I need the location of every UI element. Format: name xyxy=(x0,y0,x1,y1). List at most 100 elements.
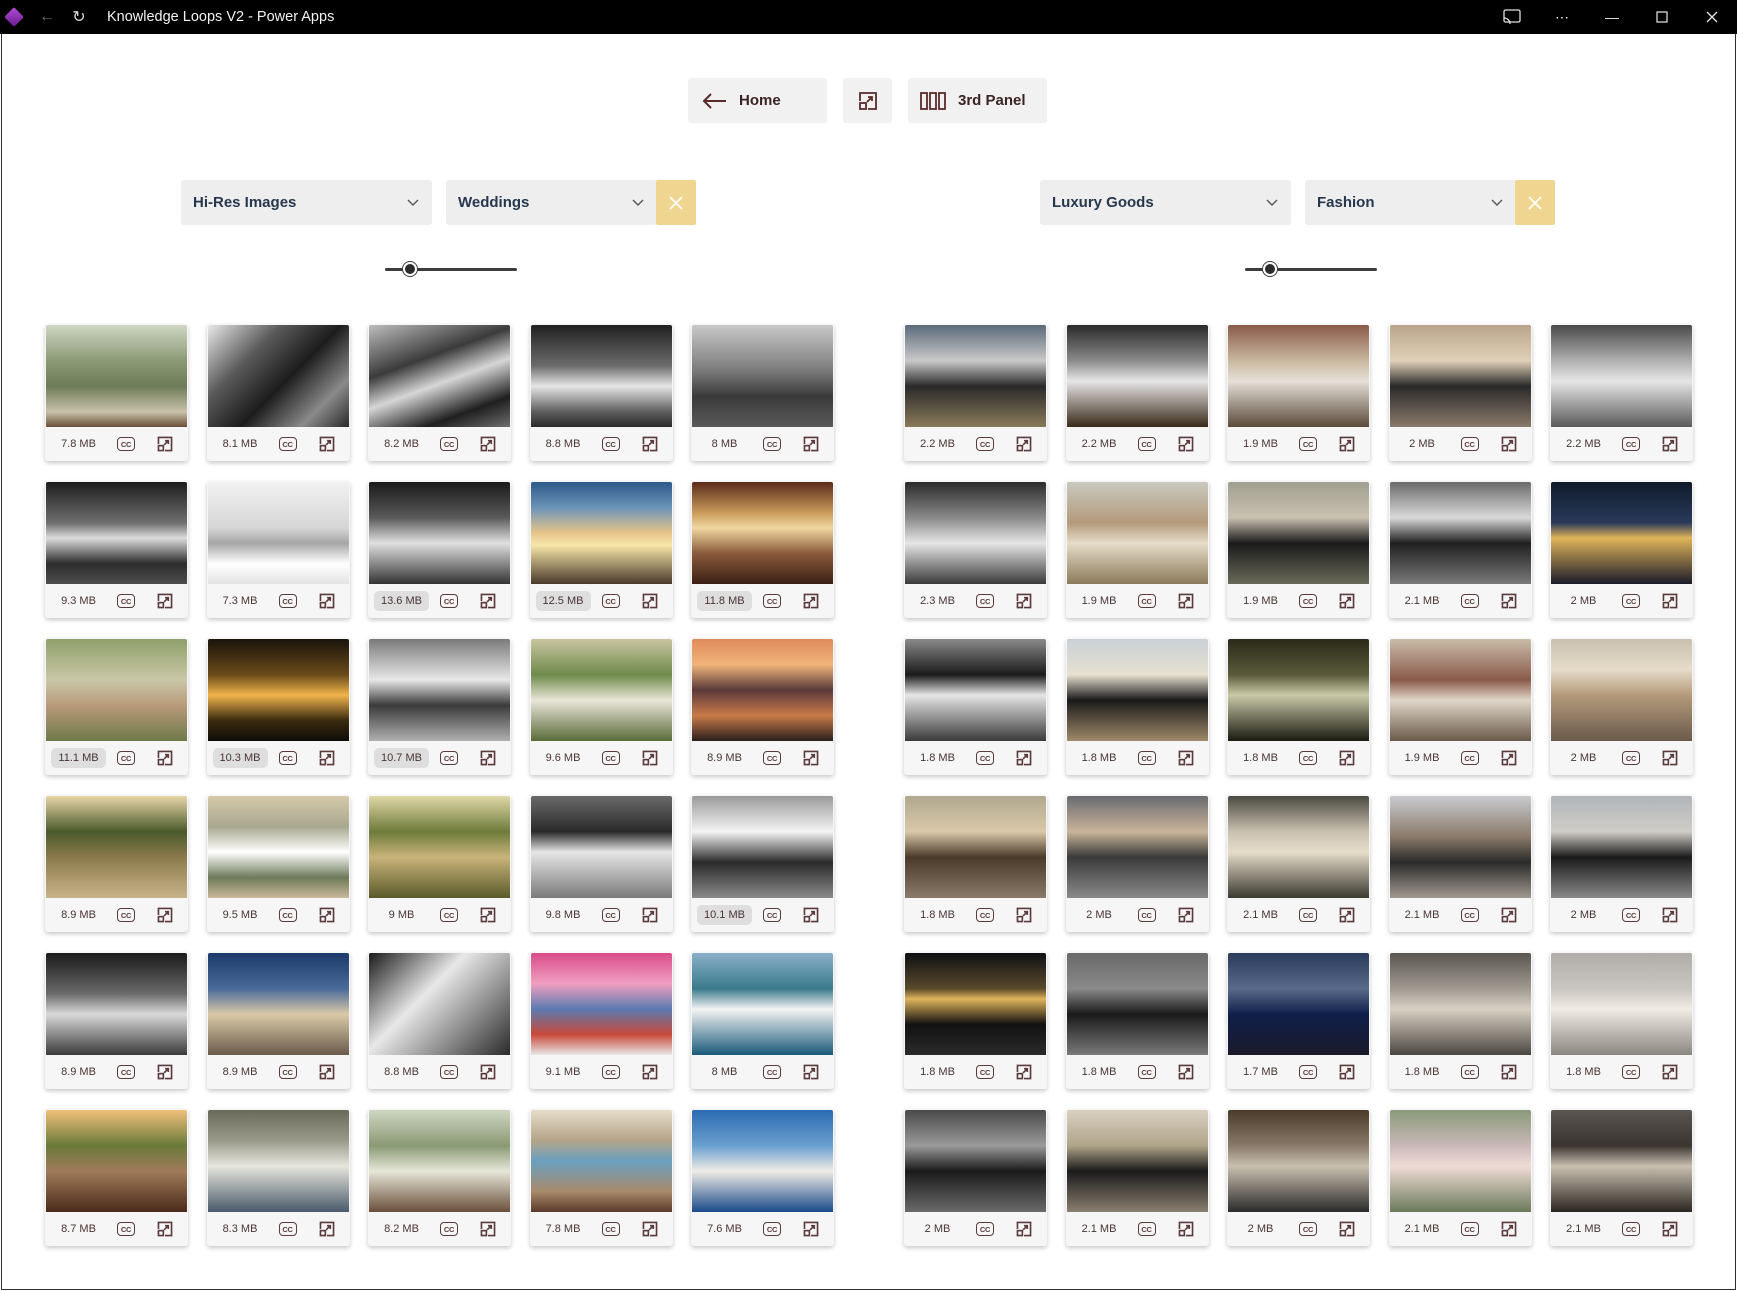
expand-window-icon[interactable] xyxy=(318,1220,336,1238)
expand-window-icon[interactable] xyxy=(479,749,497,767)
image-card[interactable]: 8.2 MB CC xyxy=(368,1109,511,1246)
image-thumbnail[interactable] xyxy=(1228,953,1369,1055)
image-thumbnail[interactable] xyxy=(692,482,833,584)
image-thumbnail[interactable] xyxy=(369,325,510,427)
image-card[interactable]: 8.1 MB CC xyxy=(206,324,350,461)
image-thumbnail[interactable] xyxy=(46,639,187,741)
expand-window-icon[interactable] xyxy=(1500,1220,1518,1238)
closed-caption-icon[interactable]: CC xyxy=(763,594,781,608)
image-card[interactable]: 8.8 MB CC xyxy=(529,324,673,461)
right-zoom-slider[interactable] xyxy=(1245,259,1377,279)
image-thumbnail[interactable] xyxy=(1389,953,1531,1055)
image-card[interactable]: 2.1 MB CC xyxy=(1227,795,1370,932)
closed-caption-icon[interactable]: CC xyxy=(1460,594,1479,608)
closed-caption-icon[interactable]: CC xyxy=(440,1222,458,1236)
expand-window-icon[interactable] xyxy=(1500,906,1518,924)
closed-caption-icon[interactable]: CC xyxy=(1622,751,1640,765)
image-thumbnail[interactable] xyxy=(1066,1110,1208,1212)
closed-caption-icon[interactable]: CC xyxy=(440,908,458,922)
expand-window-icon[interactable] xyxy=(1661,1063,1679,1081)
closed-caption-icon[interactable]: CC xyxy=(976,594,994,608)
image-thumbnail[interactable] xyxy=(1066,796,1208,898)
image-card[interactable]: 13.6 MB CC xyxy=(368,481,511,618)
left-clear-filter-button[interactable] xyxy=(656,180,696,225)
closed-caption-icon[interactable]: CC xyxy=(601,908,620,922)
image-card[interactable]: 9.5 MB CC xyxy=(206,795,350,932)
image-thumbnail[interactable] xyxy=(1066,482,1208,584)
image-thumbnail[interactable] xyxy=(46,482,187,584)
expand-window-icon[interactable] xyxy=(802,1063,820,1081)
right-category-dropdown[interactable]: Luxury Goods xyxy=(1040,180,1291,225)
closed-caption-icon[interactable]: CC xyxy=(117,437,135,451)
expand-window-icon[interactable] xyxy=(156,435,174,453)
image-card[interactable]: 9.8 MB CC xyxy=(529,795,673,932)
expand-window-icon[interactable] xyxy=(1500,435,1518,453)
image-thumbnail[interactable] xyxy=(905,1110,1046,1212)
expand-window-icon[interactable] xyxy=(641,435,659,453)
image-thumbnail[interactable] xyxy=(905,325,1046,427)
image-thumbnail[interactable] xyxy=(692,639,833,741)
closed-caption-icon[interactable]: CC xyxy=(278,594,297,608)
image-thumbnail[interactable] xyxy=(692,325,833,427)
image-card[interactable]: 2.1 MB CC xyxy=(1388,1109,1532,1246)
third-panel-button[interactable]: 3rd Panel xyxy=(908,78,1047,123)
expand-view-button[interactable] xyxy=(843,78,892,123)
image-card[interactable]: 2 MB CC xyxy=(1227,1109,1370,1246)
closed-caption-icon[interactable]: CC xyxy=(1622,908,1640,922)
image-thumbnail[interactable] xyxy=(207,639,349,741)
expand-window-icon[interactable] xyxy=(802,592,820,610)
image-card[interactable]: 2.1 MB CC xyxy=(1388,481,1532,618)
closed-caption-icon[interactable]: CC xyxy=(601,594,620,608)
expand-window-icon[interactable] xyxy=(1015,1220,1033,1238)
image-thumbnail[interactable] xyxy=(905,953,1046,1055)
cast-icon[interactable] xyxy=(1487,0,1537,34)
expand-window-icon[interactable] xyxy=(1338,1220,1356,1238)
image-thumbnail[interactable] xyxy=(207,796,349,898)
expand-window-icon[interactable] xyxy=(802,906,820,924)
expand-window-icon[interactable] xyxy=(1177,749,1195,767)
expand-window-icon[interactable] xyxy=(156,906,174,924)
image-card[interactable]: 11.1 MB CC xyxy=(45,638,188,775)
image-thumbnail[interactable] xyxy=(369,953,510,1055)
closed-caption-icon[interactable]: CC xyxy=(601,1222,620,1236)
image-card[interactable]: 9.6 MB CC xyxy=(529,638,673,775)
closed-caption-icon[interactable]: CC xyxy=(763,751,781,765)
closed-caption-icon[interactable]: CC xyxy=(976,908,994,922)
image-card[interactable]: 1.8 MB CC xyxy=(1550,952,1693,1089)
expand-window-icon[interactable] xyxy=(1500,1063,1518,1081)
image-thumbnail[interactable] xyxy=(530,639,672,741)
expand-window-icon[interactable] xyxy=(1015,1063,1033,1081)
image-thumbnail[interactable] xyxy=(207,482,349,584)
closed-caption-icon[interactable]: CC xyxy=(1622,437,1640,451)
image-thumbnail[interactable] xyxy=(207,325,349,427)
expand-window-icon[interactable] xyxy=(1661,592,1679,610)
expand-window-icon[interactable] xyxy=(318,435,336,453)
image-card[interactable]: 2.1 MB CC xyxy=(1388,795,1532,932)
expand-window-icon[interactable] xyxy=(1177,1063,1195,1081)
closed-caption-icon[interactable]: CC xyxy=(1299,1065,1317,1079)
expand-window-icon[interactable] xyxy=(479,906,497,924)
closed-caption-icon[interactable]: CC xyxy=(117,908,135,922)
image-thumbnail[interactable] xyxy=(1228,1110,1369,1212)
expand-window-icon[interactable] xyxy=(318,906,336,924)
image-card[interactable]: 1.9 MB CC xyxy=(1065,481,1209,618)
image-thumbnail[interactable] xyxy=(1389,1110,1531,1212)
expand-window-icon[interactable] xyxy=(479,592,497,610)
image-card[interactable]: 1.8 MB CC xyxy=(1227,638,1370,775)
image-thumbnail[interactable] xyxy=(530,325,672,427)
expand-window-icon[interactable] xyxy=(1661,1220,1679,1238)
expand-window-icon[interactable] xyxy=(1338,906,1356,924)
closed-caption-icon[interactable]: CC xyxy=(763,437,781,451)
image-card[interactable]: 2 MB CC xyxy=(1550,638,1693,775)
image-thumbnail[interactable] xyxy=(692,1110,833,1212)
image-card[interactable]: 2.1 MB CC xyxy=(1550,1109,1693,1246)
image-card[interactable]: 2 MB CC xyxy=(904,1109,1047,1246)
image-thumbnail[interactable] xyxy=(530,796,672,898)
maximize-button[interactable] xyxy=(1637,0,1687,34)
closed-caption-icon[interactable]: CC xyxy=(1460,1065,1479,1079)
image-card[interactable]: 1.8 MB CC xyxy=(904,795,1047,932)
expand-window-icon[interactable] xyxy=(156,749,174,767)
closed-caption-icon[interactable]: CC xyxy=(1622,1222,1640,1236)
home-button[interactable]: Home xyxy=(688,78,827,123)
expand-window-icon[interactable] xyxy=(1338,435,1356,453)
